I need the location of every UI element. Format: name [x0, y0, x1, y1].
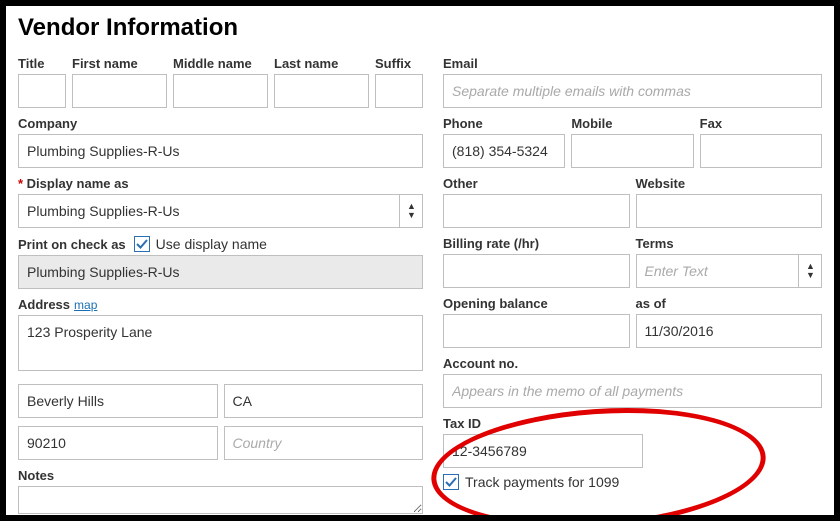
checkmark-icon	[443, 474, 459, 490]
country-input[interactable]	[224, 426, 424, 460]
display-name-label: Display name as	[18, 176, 423, 191]
notes-label: Notes	[18, 468, 423, 483]
notes-input[interactable]	[18, 486, 423, 514]
left-column: Title First name Middle name Last name S…	[18, 56, 423, 519]
terms-select[interactable]	[636, 254, 823, 288]
zip-input[interactable]	[18, 426, 218, 460]
address-label: Addressmap	[18, 297, 423, 312]
chevron-updown-icon[interactable]: ▲▼	[399, 194, 423, 228]
tax-id-input[interactable]	[443, 434, 643, 468]
billing-rate-label: Billing rate (/hr)	[443, 236, 630, 251]
terms-label: Terms	[636, 236, 823, 251]
tax-id-label: Tax ID	[443, 416, 822, 431]
first-name-label: First name	[72, 56, 167, 71]
state-input[interactable]	[224, 384, 424, 418]
as-of-label: as of	[636, 296, 823, 311]
suffix-input[interactable]	[375, 74, 423, 108]
track-1099-label: Track payments for 1099	[465, 474, 619, 490]
opening-balance-input[interactable]	[443, 314, 630, 348]
last-name-label: Last name	[274, 56, 369, 71]
other-label: Other	[443, 176, 630, 191]
checkmark-icon	[134, 236, 150, 252]
account-no-input[interactable]	[443, 374, 822, 408]
track-1099-checkbox[interactable]: Track payments for 1099	[443, 474, 822, 490]
email-input[interactable]	[443, 74, 822, 108]
email-label: Email	[443, 56, 822, 71]
mobile-label: Mobile	[571, 116, 693, 131]
map-link[interactable]: map	[74, 298, 97, 312]
billing-rate-input[interactable]	[443, 254, 630, 288]
middle-name-label: Middle name	[173, 56, 268, 71]
first-name-input[interactable]	[72, 74, 167, 108]
title-input[interactable]	[18, 74, 66, 108]
middle-name-input[interactable]	[173, 74, 268, 108]
page-title: Vendor Information	[18, 14, 822, 42]
chevron-updown-icon[interactable]: ▲▼	[798, 254, 822, 288]
as-of-input[interactable]	[636, 314, 823, 348]
city-input[interactable]	[18, 384, 218, 418]
opening-balance-label: Opening balance	[443, 296, 630, 311]
fax-label: Fax	[700, 116, 822, 131]
title-label: Title	[18, 56, 66, 71]
account-no-label: Account no.	[443, 356, 822, 371]
website-input[interactable]	[636, 194, 823, 228]
street-input[interactable]: 123 Prosperity Lane	[18, 315, 423, 371]
right-column: Email Phone Mobile Fax Other Website Bil…	[443, 56, 822, 519]
other-input[interactable]	[443, 194, 630, 228]
print-on-check-input	[18, 255, 423, 289]
phone-label: Phone	[443, 116, 565, 131]
suffix-label: Suffix	[375, 56, 423, 71]
company-input[interactable]	[18, 134, 423, 168]
last-name-input[interactable]	[274, 74, 369, 108]
company-label: Company	[18, 116, 423, 131]
use-display-name-checkbox[interactable]: Use display name	[134, 236, 267, 252]
fax-input[interactable]	[700, 134, 822, 168]
display-name-select[interactable]	[18, 194, 423, 228]
website-label: Website	[636, 176, 823, 191]
use-display-name-label: Use display name	[156, 236, 267, 252]
print-on-check-label: Print on check as	[18, 237, 126, 252]
phone-input[interactable]	[443, 134, 565, 168]
mobile-input[interactable]	[571, 134, 693, 168]
